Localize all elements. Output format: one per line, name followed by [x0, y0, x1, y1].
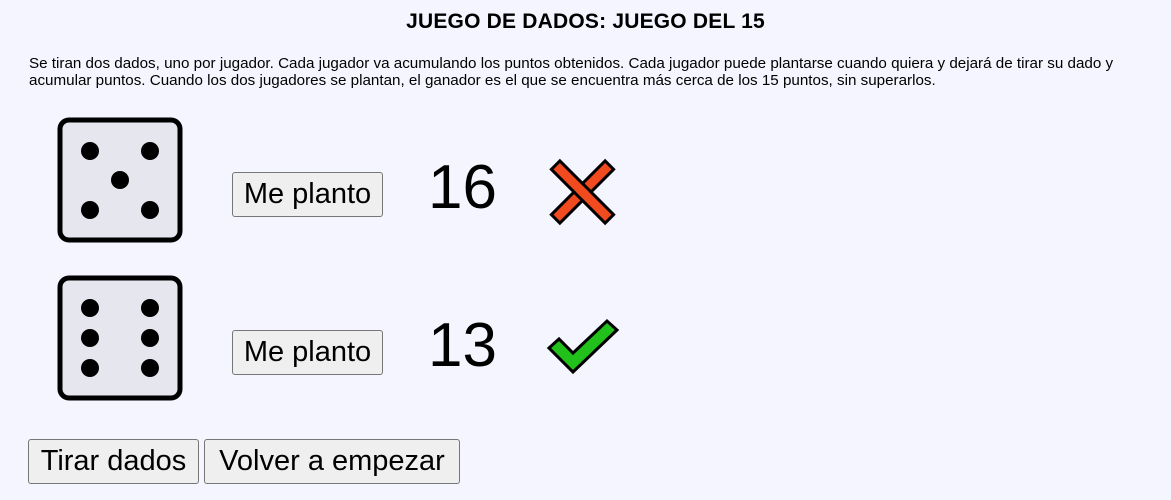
game-description: Se tiran dos dados, uno por jugador. Cad…	[29, 55, 1114, 89]
player-1-stand-button[interactable]: Me planto	[232, 172, 383, 217]
player-2-score: 13	[428, 311, 497, 380]
die-six-icon	[57, 275, 183, 401]
page-title: JUEGO DE DADOS: JUEGO DEL 15	[406, 10, 765, 33]
roll-dice-button[interactable]: Tirar dados	[28, 439, 199, 484]
player-1-score: 16	[428, 153, 497, 222]
player-2-row: Me planto 13	[0, 270, 1171, 401]
player-2-stand-button[interactable]: Me planto	[232, 330, 383, 375]
player-1-row: Me planto 16	[0, 112, 1171, 243]
check-icon	[546, 318, 620, 375]
cross-icon	[549, 158, 616, 226]
restart-button[interactable]: Volver a empezar	[204, 439, 460, 484]
die-five-icon	[57, 117, 183, 243]
